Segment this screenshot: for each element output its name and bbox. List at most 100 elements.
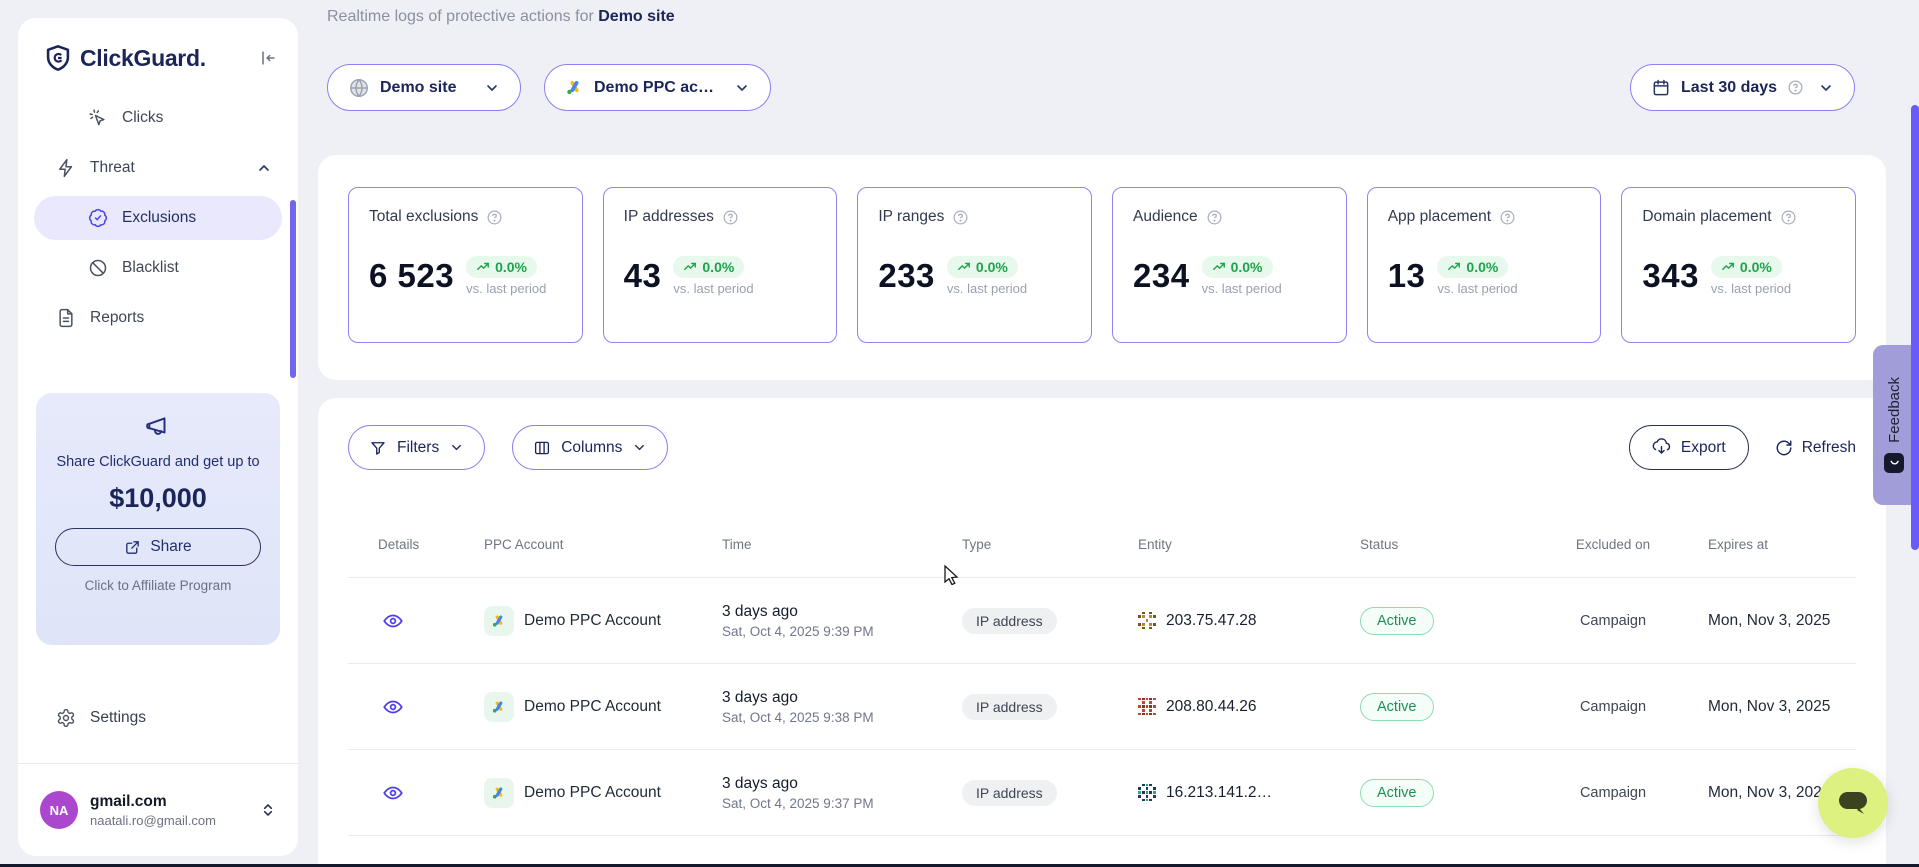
user-account-section[interactable]: NA gmail.com naatali.ro@gmail.com: [18, 763, 298, 856]
ip-identicon: [1138, 612, 1156, 630]
settings-label: Settings: [90, 709, 146, 727]
sidebar-collapse-icon[interactable]: [258, 48, 278, 68]
columns-dropdown[interactable]: Columns: [512, 425, 668, 470]
trending-up-icon: [1447, 260, 1461, 274]
table-row: Demo PPC Account 3 days ago Sat, Oct 4, …: [348, 664, 1856, 750]
chevrons-up-down-icon[interactable]: [260, 802, 276, 818]
view-details-button[interactable]: [348, 782, 454, 804]
globe-icon: [348, 77, 370, 99]
lightning-icon: [56, 158, 76, 178]
filter-funnel-icon: [369, 439, 387, 457]
trend-badge: 0.0%: [1711, 256, 1782, 278]
badge-check-icon: [88, 208, 108, 228]
status-badge: Active: [1360, 693, 1434, 721]
help-circle-icon[interactable]: [486, 209, 503, 226]
eye-icon: [382, 610, 404, 632]
stat-value: 343: [1642, 257, 1699, 295]
ppc-account-cell: Demo PPC Account: [454, 778, 692, 808]
table-row: Demo PPC Account 3 days ago Sat, Oct 4, …: [348, 578, 1856, 664]
stat-card-domain-placement: Domain placement 343 0.0% vs. last perio…: [1621, 187, 1856, 343]
megaphone-icon: [145, 413, 171, 439]
sidebar-item-clicks[interactable]: Clicks: [18, 96, 298, 140]
ppc-account-cell: Demo PPC Account: [454, 606, 692, 636]
trending-up-icon: [1721, 260, 1735, 274]
google-ads-icon: [484, 692, 514, 722]
view-details-button[interactable]: [348, 610, 454, 632]
sidebar-item-settings[interactable]: Settings: [18, 696, 298, 740]
type-badge: IP address: [962, 780, 1057, 806]
trend-badge: 0.0%: [673, 256, 744, 278]
help-circle-icon[interactable]: [1787, 79, 1804, 96]
column-header-expires-at: Expires at: [1678, 537, 1856, 552]
chevron-down-icon: [734, 80, 750, 96]
ppc-account-selector-dropdown[interactable]: Demo PPC ac…: [544, 64, 771, 111]
site-selector-dropdown[interactable]: Demo site: [327, 64, 521, 111]
stat-card-ip-addresses: IP addresses 43 0.0% vs. last period: [603, 187, 838, 343]
export-button[interactable]: Export: [1629, 425, 1749, 470]
refresh-button[interactable]: Refresh: [1775, 439, 1856, 457]
time-absolute: Sat, Oct 4, 2025 9:39 PM: [722, 624, 932, 639]
type-badge: IP address: [962, 694, 1057, 720]
refresh-label: Refresh: [1802, 439, 1856, 457]
ip-identicon: [1138, 784, 1156, 802]
chat-launcher-button[interactable]: [1818, 768, 1888, 838]
help-circle-icon[interactable]: [1206, 209, 1223, 226]
account-name: Demo PPC Account: [524, 784, 661, 802]
document-icon: [56, 308, 76, 328]
stat-label: IP addresses: [624, 208, 714, 226]
time-cell: 3 days ago Sat, Oct 4, 2025 9:39 PM: [692, 603, 932, 639]
help-circle-icon[interactable]: [722, 209, 739, 226]
cursor-click-icon: [88, 108, 108, 128]
help-circle-icon[interactable]: [1780, 209, 1797, 226]
excluded-on-cell: Campaign: [1548, 613, 1678, 629]
status-badge: Active: [1360, 607, 1434, 635]
stat-label: Total exclusions: [369, 208, 478, 226]
help-circle-icon[interactable]: [1499, 209, 1516, 226]
share-button[interactable]: Share: [55, 528, 261, 566]
chevron-up-icon[interactable]: [256, 160, 272, 176]
trending-up-icon: [476, 260, 490, 274]
expires-at-cell: Mon, Nov 3, 2025: [1678, 698, 1856, 716]
clickguard-logo: ClickGuard.: [44, 44, 206, 72]
gear-icon: [56, 708, 76, 728]
google-ads-icon: [484, 778, 514, 808]
help-circle-icon[interactable]: [952, 209, 969, 226]
stat-card-ip-ranges: IP ranges 233 0.0% vs. last period: [857, 187, 1092, 343]
feedback-tab[interactable]: Feedback: [1873, 345, 1915, 505]
export-label: Export: [1681, 439, 1726, 457]
status-cell: Active: [1330, 607, 1548, 635]
stat-caption: vs. last period: [673, 281, 753, 296]
sidebar-item-label: Clicks: [122, 109, 163, 127]
filters-dropdown[interactable]: Filters: [348, 425, 485, 470]
promo-text: Share ClickGuard and get up to: [52, 452, 264, 473]
refresh-icon: [1775, 439, 1793, 457]
stat-change: 0.0%: [702, 259, 734, 275]
site-selector-value: Demo site: [380, 79, 456, 97]
columns-label: Columns: [561, 439, 622, 457]
trending-up-icon: [1212, 260, 1226, 274]
stat-label: Domain placement: [1642, 208, 1771, 226]
page-scrollbar-thumb[interactable]: [1911, 105, 1919, 550]
entity-cell: 203.75.47.28: [1108, 612, 1330, 630]
sidebar-item-blacklist[interactable]: Blacklist: [18, 246, 298, 290]
view-details-button[interactable]: [348, 696, 454, 718]
sidebar-item-exclusions[interactable]: Exclusions: [34, 196, 282, 240]
time-absolute: Sat, Oct 4, 2025 9:38 PM: [722, 710, 932, 725]
time-cell: 3 days ago Sat, Oct 4, 2025 9:38 PM: [692, 689, 932, 725]
trend-badge: 0.0%: [1202, 256, 1273, 278]
type-cell: IP address: [932, 780, 1108, 806]
status-cell: Active: [1330, 693, 1548, 721]
entity-ip: 16.213.141.2…: [1166, 784, 1272, 802]
sidebar-item-label: Reports: [90, 309, 144, 327]
stats-panel: Total exclusions 6 523 0.0% vs. last per…: [318, 155, 1886, 380]
trend-badge: 0.0%: [947, 256, 1018, 278]
trending-up-icon: [957, 260, 971, 274]
time-relative: 3 days ago: [722, 689, 932, 707]
sidebar-item-reports[interactable]: Reports: [18, 296, 298, 340]
sidebar-scrollbar-thumb[interactable]: [290, 200, 296, 378]
entity-cell: 208.80.44.26: [1108, 698, 1330, 716]
date-range-dropdown[interactable]: Last 30 days: [1630, 64, 1855, 111]
sidebar-item-threat[interactable]: Threat: [18, 146, 298, 190]
affiliate-promo-card[interactable]: Share ClickGuard and get up to $10,000 S…: [36, 393, 280, 645]
avatar: NA: [40, 791, 78, 829]
